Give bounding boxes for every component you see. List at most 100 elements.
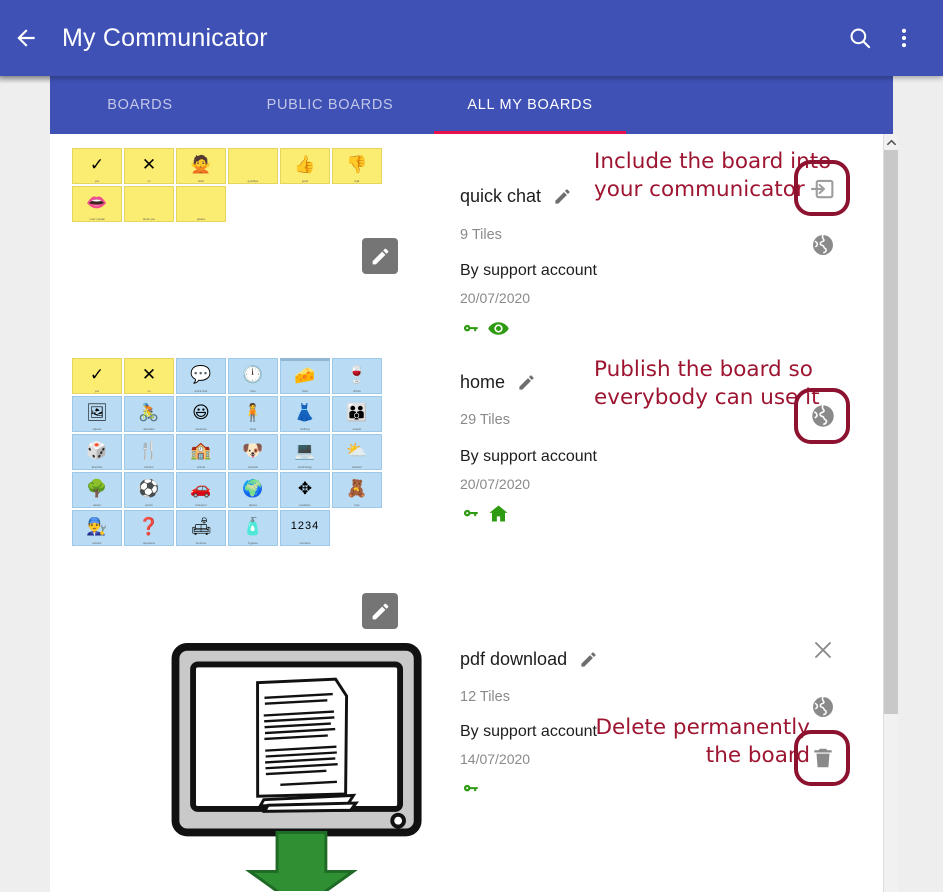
tile-caption: i can't speak bbox=[89, 218, 105, 221]
scrollbar-thumb[interactable] bbox=[884, 150, 898, 714]
annotation-text: Delete permanently the board bbox=[595, 715, 810, 768]
tile-caption: toys bbox=[354, 504, 360, 507]
board-tile: 🌳 nature bbox=[72, 472, 122, 508]
board-tile: 👗 clothing bbox=[280, 396, 330, 432]
tile-glyph: ✥ bbox=[297, 479, 313, 498]
tile-glyph: 1234 bbox=[290, 520, 320, 532]
rename-board-button[interactable] bbox=[517, 373, 536, 392]
tile-caption: yes bbox=[94, 180, 100, 183]
board-tile: 👎 bad bbox=[332, 148, 382, 184]
tile-caption: activities bbox=[143, 428, 155, 431]
tab-indicator bbox=[434, 131, 626, 134]
pencil-icon bbox=[555, 189, 570, 204]
tile-caption: school bbox=[196, 466, 206, 469]
tile-glyph: 🌳 bbox=[86, 479, 108, 498]
tile-caption: body bbox=[249, 428, 257, 431]
publish-board-button[interactable] bbox=[806, 399, 840, 433]
tiles-count: 29 Tiles bbox=[460, 412, 510, 428]
left-gutter bbox=[0, 76, 50, 892]
key-icon bbox=[463, 509, 478, 517]
app-title: My Communicator bbox=[62, 23, 268, 52]
tile-glyph: ⛅ bbox=[346, 441, 368, 460]
tile-glyph: 🧍 bbox=[242, 403, 264, 422]
board-tile: ✓ yes bbox=[72, 148, 122, 184]
tile-caption: numbers bbox=[299, 542, 311, 545]
tile-caption: drinks bbox=[353, 390, 361, 393]
tile-caption: people bbox=[352, 428, 362, 431]
globe-icon bbox=[812, 404, 834, 427]
scroll-up-button[interactable] bbox=[884, 134, 898, 150]
board-tile: ✥ positions bbox=[280, 472, 330, 508]
tile-glyph: 🧴 bbox=[242, 517, 264, 536]
board-thumbnail[interactable]: ✓ yes ✕ no 🙅 hello goodbye 👍 good 👎 bad 👄 i ca… bbox=[72, 148, 412, 274]
tile-caption: food bbox=[302, 390, 308, 393]
tile-glyph: ✓ bbox=[89, 365, 105, 384]
rename-board-button[interactable] bbox=[579, 650, 598, 669]
tile-caption: yes bbox=[94, 390, 100, 393]
board-name: pdf download bbox=[460, 649, 568, 669]
arrow-left-icon bbox=[17, 29, 35, 47]
board-thumbnail[interactable]: ✓ yes ✕ no 💬 quick chat 🕛 time 🧀 food 🍷 drinks 🖼 obje… bbox=[72, 358, 412, 629]
home-icon bbox=[489, 505, 508, 522]
tile-glyph: ❓ bbox=[138, 517, 160, 536]
board-tile: 🍴 kitchen bbox=[124, 434, 174, 470]
board-tile: 👪 people bbox=[332, 396, 382, 432]
tab-all-my-boards[interactable]: ALL MY BOARDS bbox=[430, 76, 630, 134]
board-tile: ✕ no bbox=[124, 358, 174, 394]
vertical-scrollbar[interactable] bbox=[883, 134, 898, 892]
board-tile: 🕛 time bbox=[228, 358, 278, 394]
board-status-icons bbox=[460, 317, 510, 340]
annotation-text: Include the board into your communicator bbox=[594, 149, 832, 202]
search-icon bbox=[850, 28, 871, 49]
board-tile: 💬 quick chat bbox=[176, 358, 226, 394]
tile-glyph: 👍 bbox=[294, 155, 316, 174]
board-tile: ❓ questions bbox=[124, 510, 174, 546]
tile-glyph: 🚗 bbox=[190, 479, 212, 498]
pdf-download-image bbox=[171, 642, 422, 891]
app-bar: My Communicator bbox=[0, 0, 943, 76]
board-tile: goodbye bbox=[228, 148, 278, 184]
board-row: ✓ yes ✕ no 🙅 hello goodbye 👍 good 👎 bad 👄 i ca… bbox=[50, 134, 883, 344]
tile-glyph: 👄 bbox=[86, 193, 108, 212]
tab-label: ALL MY BOARDS bbox=[467, 97, 593, 113]
tile-glyph: ✕ bbox=[141, 365, 157, 384]
board-tile: 🎲 describe bbox=[72, 434, 122, 470]
tile-glyph: 🍴 bbox=[138, 441, 160, 460]
board-tile: 👍 good bbox=[280, 148, 330, 184]
board-meta: quick chat 9 Tiles By support account 20… bbox=[410, 134, 880, 344]
tile-caption: hello bbox=[198, 180, 204, 183]
tile-caption: emotions bbox=[195, 428, 207, 431]
board-meta: pdf download 12 Tiles By support account… bbox=[410, 619, 880, 889]
board-date: 20/07/2020 bbox=[460, 290, 531, 306]
board-tile: 🌍 places bbox=[228, 472, 278, 508]
board-tile: please bbox=[176, 186, 226, 222]
board-tile: 🍷 drinks bbox=[332, 358, 382, 394]
tile-glyph: 💬 bbox=[190, 365, 212, 384]
search-button[interactable] bbox=[843, 21, 877, 55]
publish-board-button[interactable] bbox=[806, 690, 840, 724]
tile-glyph: 👎 bbox=[346, 155, 368, 174]
tile-caption: sports bbox=[145, 504, 153, 507]
board-meta: home 29 Tiles By support account 20/07/2… bbox=[410, 344, 880, 619]
edit-board-button[interactable] bbox=[362, 238, 398, 274]
tile-caption: no bbox=[147, 390, 151, 393]
board-name-group: quick chat bbox=[460, 186, 572, 207]
tile-glyph: 🚴 bbox=[138, 403, 160, 422]
board-tile: 🚴 activities bbox=[124, 396, 174, 432]
tile-glyph: 🏫 bbox=[190, 441, 212, 460]
delete-board-button[interactable] bbox=[806, 741, 840, 775]
publish-board-button[interactable] bbox=[806, 228, 840, 262]
tile-glyph: 🕛 bbox=[242, 365, 264, 384]
back-button[interactable] bbox=[12, 24, 40, 52]
board-name: home bbox=[460, 372, 506, 392]
tab-public-boards[interactable]: PUBLIC BOARDS bbox=[230, 76, 430, 134]
include-in-communicator-button[interactable] bbox=[806, 172, 840, 206]
remove-board-button[interactable] bbox=[806, 633, 840, 667]
rename-board-button[interactable] bbox=[553, 187, 572, 206]
board-author: By support account bbox=[460, 448, 597, 465]
tab-boards[interactable]: BOARDS bbox=[50, 76, 230, 134]
overflow-menu-button[interactable] bbox=[887, 21, 921, 55]
tile-caption: actions bbox=[92, 542, 102, 545]
tiles-count: 9 Tiles bbox=[460, 227, 502, 243]
eye-icon bbox=[488, 322, 509, 335]
